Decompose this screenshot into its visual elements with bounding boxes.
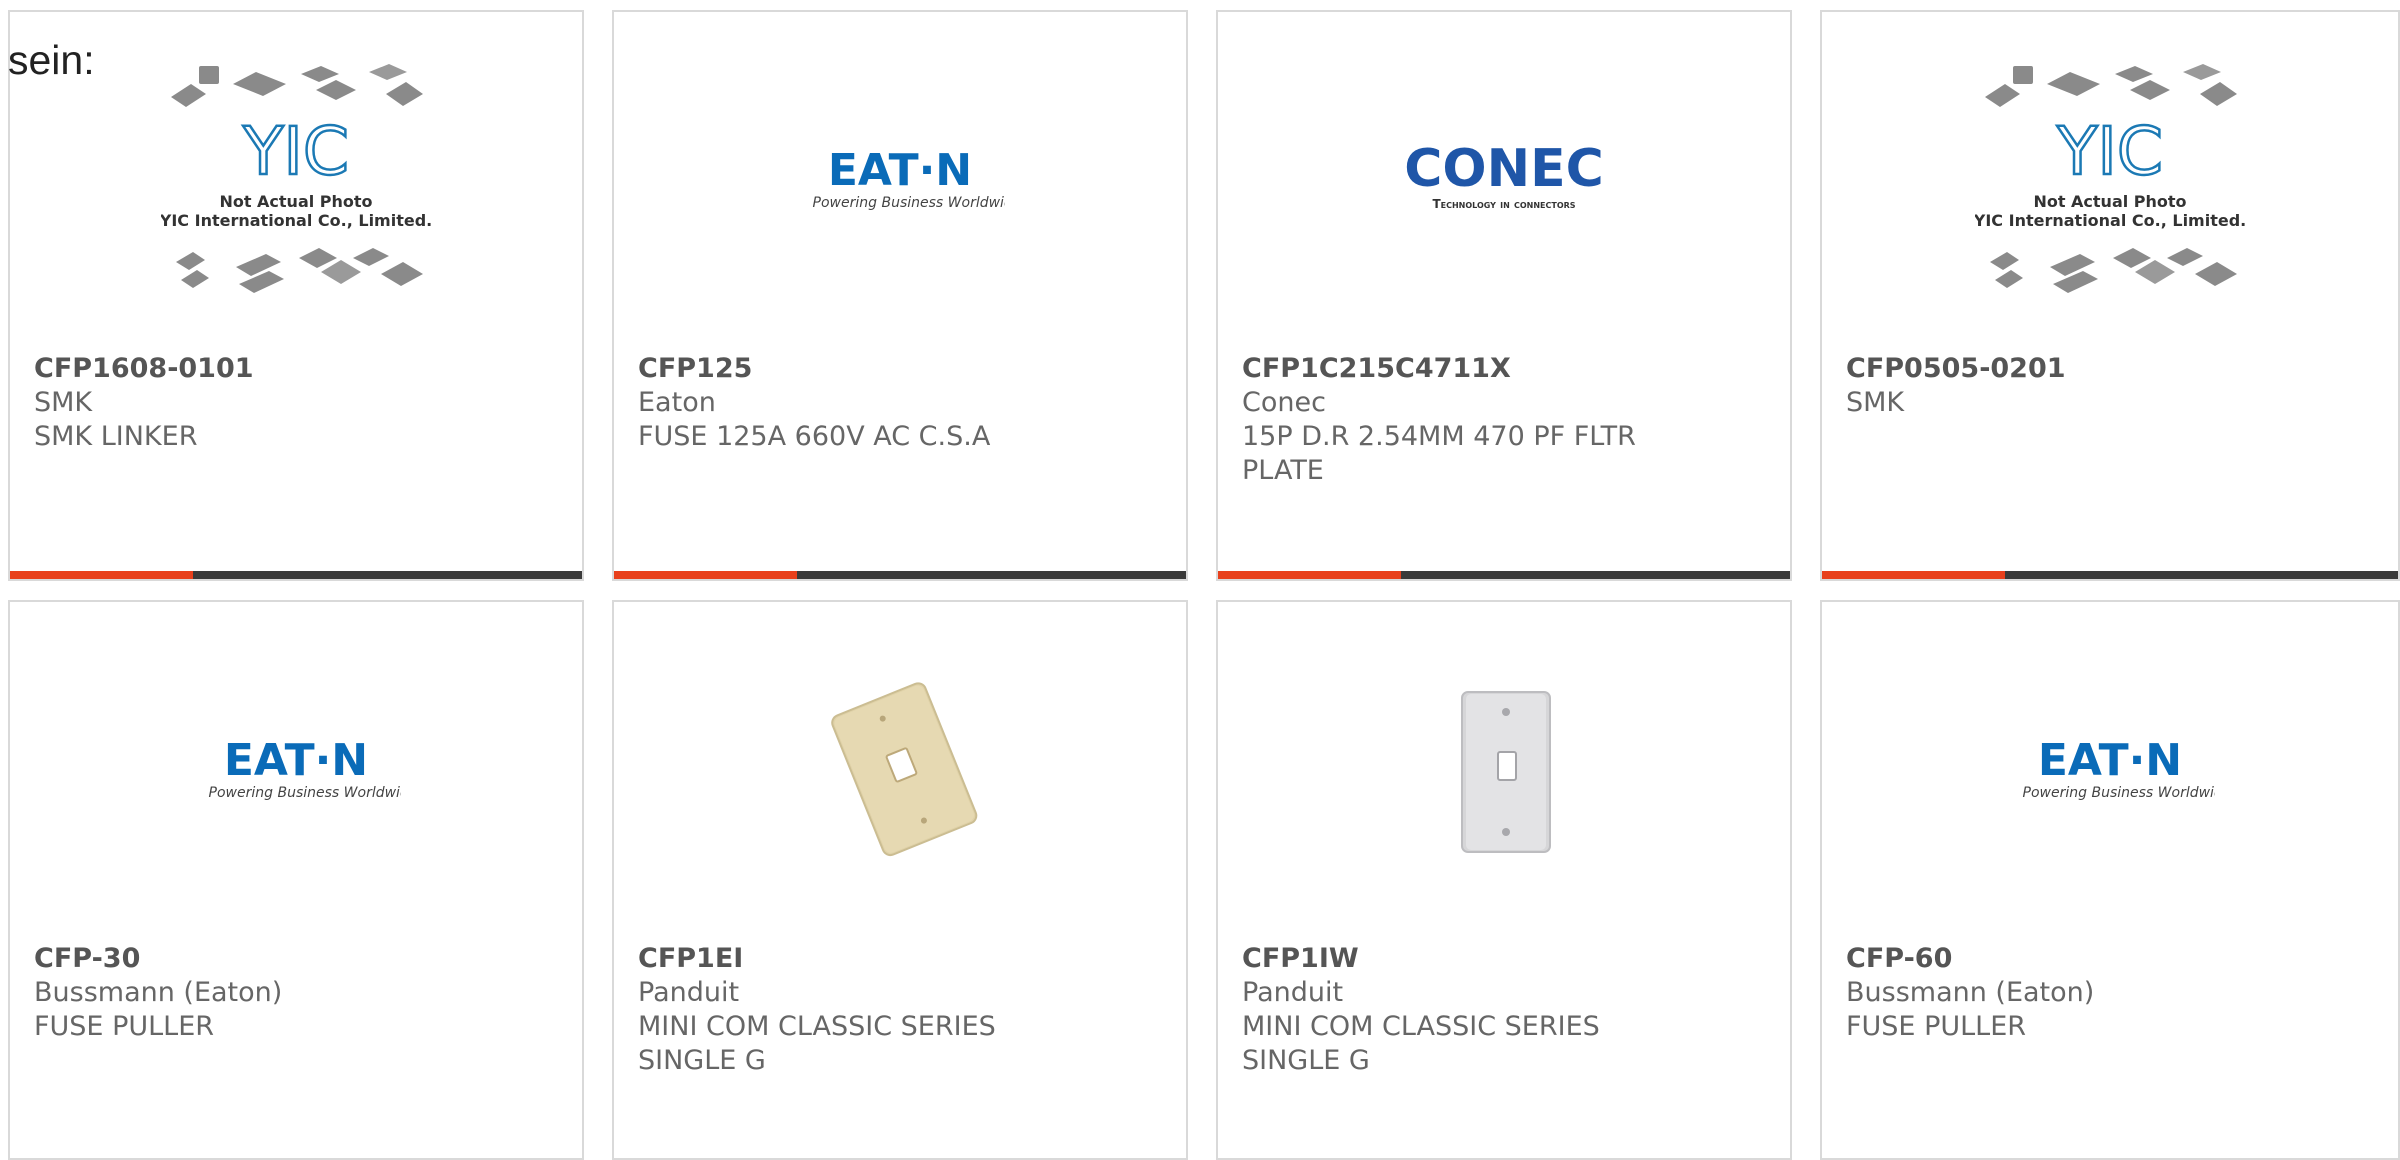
description-line: PLATE bbox=[1242, 455, 1324, 486]
product-card[interactable]: YIC Not Actual Photo YIC International C… bbox=[8, 10, 584, 581]
placeholder-line1: Not Actual Photo bbox=[2033, 192, 2186, 211]
part-number[interactable]: CFP1EI bbox=[638, 942, 1162, 976]
description-line: MINI COM CLASSIC SERIES bbox=[638, 1011, 996, 1042]
manufacturer: SMK bbox=[1846, 387, 1905, 418]
product-image[interactable] bbox=[614, 602, 1186, 942]
placeholder-line2: YIC International Co., Limited. bbox=[161, 211, 431, 230]
manufacturer: Bussmann (Eaton) bbox=[1846, 977, 2095, 1008]
description-line: SINGLE G bbox=[638, 1045, 766, 1076]
eaton-tagline: Powering Business Worldwide bbox=[813, 195, 1005, 211]
eaton-logo: EAT·N Powering Business Worldwide bbox=[2005, 737, 2215, 807]
eaton-logo: EAT·N Powering Business Worldwide bbox=[795, 147, 1005, 217]
eaton-wordmark: EAT·N bbox=[2038, 737, 2182, 786]
card-bar bbox=[10, 571, 582, 579]
intro-text: sein: bbox=[8, 37, 95, 83]
yic-placeholder-image: YIC Not Actual Photo YIC International C… bbox=[161, 62, 431, 302]
description-line: SMK LINKER bbox=[34, 421, 198, 452]
description-line: FUSE PULLER bbox=[34, 1011, 215, 1042]
card-bar bbox=[1218, 571, 1790, 579]
part-number[interactable]: CFP1C215C4711X bbox=[1242, 352, 1766, 386]
part-number[interactable]: CFP-30 bbox=[34, 942, 558, 976]
part-number[interactable]: CFP1IW bbox=[1242, 942, 1766, 976]
product-card[interactable]: CFP1EI Panduit MINI COM CLASSIC SERIES S… bbox=[612, 600, 1188, 1160]
yic-placeholder-image: YIC Not Actual Photo YIC International C… bbox=[1975, 62, 2245, 302]
product-image[interactable]: YIC Not Actual Photo YIC International C… bbox=[10, 12, 582, 352]
eaton-tagline: Powering Business Worldwide bbox=[2023, 785, 2215, 801]
white-wall-plate-image bbox=[1444, 682, 1564, 862]
card-bar-accent bbox=[1822, 571, 2005, 579]
product-image[interactable]: CONEC Technology in connectors bbox=[1218, 12, 1790, 352]
card-bar bbox=[1822, 571, 2398, 579]
product-image[interactable]: EAT·N Powering Business Worldwide bbox=[614, 12, 1186, 352]
manufacturer: Panduit bbox=[1242, 977, 1344, 1008]
part-number[interactable]: CFP1608-0101 bbox=[34, 352, 558, 386]
product-image[interactable]: EAT·N Powering Business Worldwide bbox=[10, 602, 582, 942]
part-number[interactable]: CFP0505-0201 bbox=[1846, 352, 2374, 386]
description-line: FUSE 125A 660V AC C.S.A bbox=[638, 421, 991, 452]
product-card[interactable]: CONEC Technology in connectors CFP1C215C… bbox=[1216, 10, 1792, 581]
product-card[interactable]: YIC Not Actual Photo YIC International C… bbox=[1820, 10, 2400, 581]
yic-wordmark: YIC bbox=[2056, 113, 2163, 190]
product-card[interactable]: EAT·N Powering Business Worldwide CFP125… bbox=[612, 10, 1188, 581]
conec-tagline: Technology in connectors bbox=[1432, 197, 1575, 211]
conec-wordmark: CONEC bbox=[1404, 142, 1604, 199]
conec-logo: CONEC Technology in connectors bbox=[1399, 142, 1609, 222]
card-bar-accent bbox=[1218, 571, 1401, 579]
eaton-wordmark: EAT·N bbox=[224, 737, 368, 786]
description-line: MINI COM CLASSIC SERIES bbox=[1242, 1011, 1600, 1042]
manufacturer: Conec bbox=[1242, 387, 1326, 418]
placeholder-line2: YIC International Co., Limited. bbox=[1975, 211, 2245, 230]
eaton-tagline: Powering Business Worldwide bbox=[209, 785, 401, 801]
manufacturer: Eaton bbox=[638, 387, 716, 418]
description-line: FUSE PULLER bbox=[1846, 1011, 2027, 1042]
description-line: SINGLE G bbox=[1242, 1045, 1370, 1076]
product-card[interactable]: EAT·N Powering Business Worldwide CFP-30… bbox=[8, 600, 584, 1160]
product-image[interactable]: EAT·N Powering Business Worldwide bbox=[1822, 602, 2398, 942]
ivory-wall-plate-image bbox=[805, 682, 995, 862]
product-card[interactable]: EAT·N Powering Business Worldwide CFP-60… bbox=[1820, 600, 2400, 1160]
manufacturer: Panduit bbox=[638, 977, 740, 1008]
product-image[interactable]: YIC Not Actual Photo YIC International C… bbox=[1822, 12, 2398, 352]
description-line: 15P D.R 2.54MM 470 PF FLTR bbox=[1242, 421, 1636, 452]
part-number[interactable]: CFP125 bbox=[638, 352, 1162, 386]
card-bar bbox=[614, 571, 1186, 579]
eaton-logo: EAT·N Powering Business Worldwide bbox=[191, 737, 401, 807]
product-image[interactable] bbox=[1218, 602, 1790, 942]
manufacturer: Bussmann (Eaton) bbox=[34, 977, 283, 1008]
product-card[interactable]: CFP1IW Panduit MINI COM CLASSIC SERIES S… bbox=[1216, 600, 1792, 1160]
part-number[interactable]: CFP-60 bbox=[1846, 942, 2374, 976]
yic-wordmark: YIC bbox=[242, 113, 349, 190]
card-bar-accent bbox=[10, 571, 193, 579]
manufacturer: SMK bbox=[34, 387, 93, 418]
eaton-wordmark: EAT·N bbox=[828, 147, 972, 196]
placeholder-line1: Not Actual Photo bbox=[219, 192, 372, 211]
card-bar-accent bbox=[614, 571, 797, 579]
